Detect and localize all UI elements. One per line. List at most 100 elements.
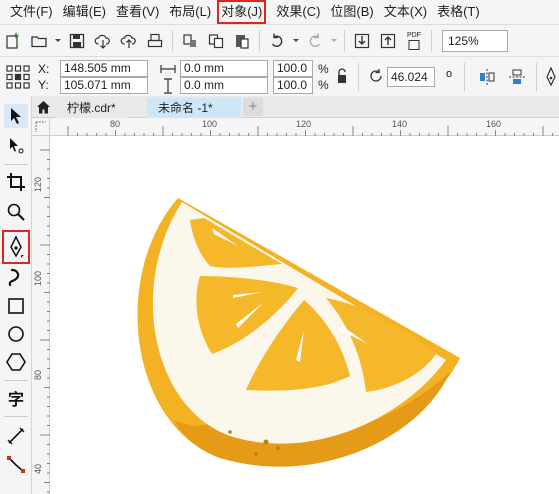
home-icon <box>36 100 50 113</box>
cloud-download-button[interactable] <box>90 28 116 54</box>
scale-x-unit: % <box>318 62 329 76</box>
zoom-level-field[interactable]: 125% <box>442 29 508 52</box>
copy-button[interactable] <box>203 28 229 54</box>
print-icon <box>147 33 163 47</box>
rectangle-tool[interactable] <box>4 294 28 318</box>
paste-icon <box>236 34 249 49</box>
scale-x-field[interactable]: 100.0 <box>273 60 313 77</box>
artistic-brush-icon <box>8 268 20 287</box>
shape-tool[interactable] <box>4 134 28 158</box>
ruler-mark: 160 <box>486 119 502 129</box>
lock-ratio-icon[interactable] <box>336 67 348 85</box>
toolbox: 字 <box>0 96 32 494</box>
drawing-canvas[interactable] <box>50 136 559 494</box>
polygon-tool[interactable] <box>4 350 28 374</box>
new-tab-button[interactable]: + <box>243 98 263 116</box>
toolbar-divider <box>344 29 345 52</box>
menu-view[interactable]: 查看(V) <box>106 0 159 24</box>
open-dropdown[interactable] <box>52 28 64 54</box>
crop-icon <box>7 173 25 191</box>
export-button[interactable] <box>375 28 401 54</box>
open-button[interactable] <box>26 28 52 54</box>
undo-icon <box>271 33 283 47</box>
pick-tool[interactable] <box>4 104 28 128</box>
new-document-icon <box>6 32 19 49</box>
zoom-tool[interactable] <box>4 200 28 224</box>
undo-dropdown[interactable] <box>290 28 302 54</box>
pointer-arrow-icon <box>11 108 21 124</box>
mirror-horizontal-icon[interactable] <box>478 68 496 86</box>
lemon-speckle <box>276 446 280 450</box>
cloud-download-icon <box>94 34 110 49</box>
ruler-mark: 80 <box>33 369 43 380</box>
lemon-slice-illustration[interactable] <box>50 136 559 494</box>
pen-tool-icon <box>10 235 24 258</box>
text-tool[interactable]: 字 <box>4 386 28 410</box>
copy-icon <box>208 33 224 48</box>
redo-dropdown[interactable] <box>328 28 340 54</box>
tab-untitled-1[interactable]: 未命名 -1* <box>147 98 241 118</box>
dimension-tool[interactable] <box>4 424 28 448</box>
cut-button[interactable] <box>177 28 203 54</box>
menu-bitmaps[interactable]: 位图(B) <box>320 0 373 24</box>
save-button[interactable] <box>64 28 90 54</box>
redo-button[interactable] <box>302 28 328 54</box>
toolbar-divider <box>431 29 432 52</box>
connector-icon <box>7 456 25 473</box>
toolbar-divider <box>259 29 260 52</box>
menu-file[interactable]: 文件(F) <box>0 0 53 24</box>
pen-nib-icon[interactable] <box>545 67 557 87</box>
menu-edit[interactable]: 编辑(E) <box>53 0 106 24</box>
menu-object[interactable]: 对象(J) <box>217 0 267 24</box>
pen-tool[interactable] <box>2 230 30 264</box>
menu-text[interactable]: 文本(X) <box>374 0 427 24</box>
import-button[interactable] <box>349 28 375 54</box>
connector-tool[interactable] <box>4 452 28 476</box>
welcome-home-tab[interactable] <box>32 96 54 118</box>
ruler-mark: 120 <box>296 119 312 129</box>
width-field[interactable]: 0.0 mm <box>180 60 268 77</box>
undo-button[interactable] <box>264 28 290 54</box>
y-position-field[interactable]: 105.071 mm <box>60 77 148 94</box>
artistic-media-tool[interactable] <box>4 266 28 290</box>
toolbox-divider <box>4 164 28 165</box>
crop-tool[interactable] <box>4 170 28 194</box>
ruler-origin[interactable] <box>32 118 50 136</box>
cut-icon <box>183 33 196 47</box>
toolbox-divider <box>4 416 28 417</box>
chevron-down-icon <box>293 38 299 42</box>
horizontal-ruler[interactable]: 80 100 120 140 160 <box>50 118 559 136</box>
ruler-mark: 40 <box>33 463 43 474</box>
vertical-ruler[interactable]: 120 100 80 40 <box>32 136 50 494</box>
tab-lemon-cdr[interactable]: 柠檬.cdr* <box>56 98 127 118</box>
height-field[interactable]: 0.0 mm <box>180 77 268 94</box>
print-button[interactable] <box>142 28 168 54</box>
mirror-vertical-icon[interactable] <box>508 68 526 86</box>
width-icon <box>160 65 176 73</box>
rotation-angle-field[interactable]: 46.024 <box>387 67 435 87</box>
paste-button[interactable] <box>229 28 255 54</box>
lemon-speckle <box>254 452 258 456</box>
new-document-button[interactable] <box>0 28 26 54</box>
height-icon <box>164 78 172 94</box>
rectangle-icon <box>8 298 24 314</box>
property-bar: X: Y: 148.505 mm 105.071 mm 0.0 mm 0.0 m… <box>0 56 559 96</box>
rotate-icon <box>370 69 382 82</box>
menu-layout[interactable]: 布局(L) <box>159 0 211 24</box>
text-tool-label: 字 <box>7 392 24 409</box>
degree-unit: o <box>446 68 453 80</box>
menu-table[interactable]: 表格(T) <box>427 0 480 24</box>
ellipse-tool[interactable] <box>4 322 28 346</box>
parallel-dimension-icon <box>7 427 25 445</box>
cloud-upload-button[interactable] <box>116 28 142 54</box>
reference-point-icon[interactable] <box>6 65 30 89</box>
pdf-icon <box>408 39 420 50</box>
import-icon <box>354 33 370 48</box>
publish-pdf-button[interactable]: PDF <box>401 28 427 54</box>
x-position-field[interactable]: 148.505 mm <box>60 60 148 77</box>
toolbar-divider <box>172 29 173 52</box>
x-label: X: <box>38 62 50 76</box>
scale-y-field[interactable]: 100.0 <box>273 77 313 94</box>
menu-effects[interactable]: 效果(C) <box>266 0 320 24</box>
pdf-label: PDF <box>407 31 421 39</box>
